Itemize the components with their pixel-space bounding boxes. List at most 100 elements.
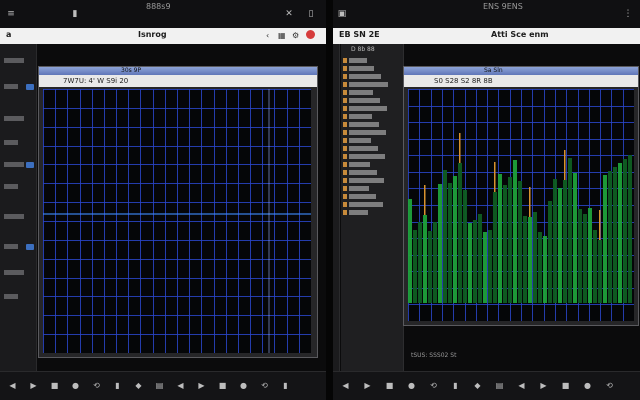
- settings-icon[interactable]: ⚙: [292, 31, 300, 40]
- transport-icon[interactable]: ▤: [495, 381, 504, 390]
- left-spectrum-plot[interactable]: [43, 89, 311, 353]
- window-menu-text: 7W7U: 4' W S9i 20: [63, 77, 129, 85]
- transport-icon[interactable]: ▶: [363, 381, 372, 390]
- library-item[interactable]: [349, 154, 385, 159]
- transport-icon[interactable]: ●: [407, 381, 416, 390]
- transport-icon[interactable]: ●: [71, 381, 80, 390]
- sidebar-row[interactable]: [4, 270, 24, 275]
- transport-icon[interactable]: ⟲: [260, 381, 269, 390]
- panel-icon[interactable]: ▯: [306, 9, 316, 19]
- library-item-icon: [343, 130, 347, 135]
- transport-icon[interactable]: ◆: [473, 381, 482, 390]
- library-item-icon: [343, 178, 347, 183]
- tool-icon[interactable]: ▮: [70, 9, 80, 19]
- transport-icon[interactable]: ■: [385, 381, 394, 390]
- transport-icon[interactable]: ▶: [29, 381, 38, 390]
- library-item[interactable]: [349, 106, 387, 111]
- spectrum-bar: [608, 171, 612, 303]
- spectrum-bar: [448, 183, 452, 303]
- transport-icon[interactable]: ⟲: [605, 381, 614, 390]
- transport-icon[interactable]: ●: [239, 381, 248, 390]
- transport-icon[interactable]: ◀: [341, 381, 350, 390]
- transport-icon[interactable]: ◀: [517, 381, 526, 390]
- library-item[interactable]: [349, 146, 378, 151]
- library-item[interactable]: [349, 162, 370, 167]
- transport-icon[interactable]: ■: [561, 381, 570, 390]
- library-item-icon: [343, 186, 347, 191]
- sidebar-row[interactable]: [4, 184, 18, 189]
- transport-icon[interactable]: ▤: [155, 381, 164, 390]
- transport-icon[interactable]: ▶: [197, 381, 206, 390]
- library-item[interactable]: [349, 194, 376, 199]
- window-menu-text: S0 S28 S2 8R 8B: [434, 77, 493, 85]
- library-item[interactable]: [349, 82, 388, 87]
- transport-icon[interactable]: ■: [50, 381, 59, 390]
- spectrum-bar: [543, 236, 547, 303]
- peak-marker: [494, 162, 496, 192]
- nav-icon[interactable]: ‹: [266, 31, 274, 40]
- spectrum-bar: [548, 201, 552, 303]
- transport-icon[interactable]: ⟲: [92, 381, 101, 390]
- transport-icon[interactable]: ▮: [281, 381, 290, 390]
- library-item[interactable]: [349, 138, 371, 143]
- right-sub-bar: EB SN 2E Atti Sce enm: [333, 28, 640, 44]
- sidebar-row[interactable]: [4, 244, 18, 249]
- window-title-bar[interactable]: Sa Sln: [404, 67, 638, 75]
- transport-icon[interactable]: ◆: [134, 381, 143, 390]
- transport-icon[interactable]: ◀: [8, 381, 17, 390]
- library-item[interactable]: [349, 202, 383, 207]
- library-item[interactable]: [349, 178, 384, 183]
- spectrum-bar: [468, 223, 472, 303]
- library-item-icon: [343, 122, 347, 127]
- transport-icon[interactable]: ◀: [176, 381, 185, 390]
- sidebar-row[interactable]: [4, 214, 24, 219]
- close-icon[interactable]: ✕: [284, 9, 294, 19]
- library-item[interactable]: [349, 114, 372, 119]
- right-spectrum-plot[interactable]: [408, 89, 634, 321]
- spectrum-bar: [598, 240, 602, 303]
- transport-icon[interactable]: ⟲: [429, 381, 438, 390]
- library-item-icon: [343, 74, 347, 79]
- transport-icon[interactable]: ▮: [113, 381, 122, 390]
- sidebar-tool-icon[interactable]: [26, 162, 34, 168]
- library-item[interactable]: [349, 98, 380, 103]
- sidebar-row[interactable]: [4, 294, 18, 299]
- sidebar-row[interactable]: [4, 140, 18, 145]
- right-plugin-window: Sa Sln S0 S28 S2 8R 8B: [403, 66, 639, 326]
- library-item[interactable]: [349, 122, 379, 127]
- transport-icon[interactable]: ▮: [451, 381, 460, 390]
- transport-icon[interactable]: ▶: [539, 381, 548, 390]
- record-button[interactable]: [306, 30, 315, 39]
- library-item[interactable]: [349, 90, 373, 95]
- spectrum-bar: [558, 188, 562, 303]
- transport-icon[interactable]: ●: [583, 381, 592, 390]
- sidebar-tool-icon[interactable]: [26, 244, 34, 250]
- right-top-subtitle: ENS 9ENS: [483, 2, 523, 11]
- menu-icon[interactable]: ≡: [6, 9, 16, 19]
- transport-icon[interactable]: ■: [218, 381, 227, 390]
- spectrum-bar: [483, 232, 487, 303]
- window-title-bar[interactable]: 30s 9P: [39, 67, 317, 75]
- window-menu-icon[interactable]: ⋮: [623, 9, 633, 19]
- library-item[interactable]: [349, 74, 381, 79]
- library-item-icon: [343, 58, 347, 63]
- sidebar-row[interactable]: [4, 58, 24, 63]
- library-item[interactable]: [349, 58, 367, 63]
- sidebar-row[interactable]: [4, 162, 24, 167]
- library-item-icon: [343, 154, 347, 159]
- library-item[interactable]: [349, 130, 386, 135]
- grid-icon[interactable]: ▦: [278, 31, 286, 40]
- right-tool-strip: [333, 44, 340, 372]
- left-top-title: Isnrog: [138, 30, 167, 39]
- library-item-icon: [343, 210, 347, 215]
- library-item[interactable]: [349, 170, 377, 175]
- library-item[interactable]: [349, 210, 368, 215]
- spectrum-bar: [618, 163, 622, 303]
- library-item-icon: [343, 82, 347, 87]
- library-item[interactable]: [349, 66, 374, 71]
- sidebar-tool-icon[interactable]: [26, 84, 34, 90]
- pane-divider[interactable]: [326, 0, 333, 400]
- sidebar-row[interactable]: [4, 84, 18, 89]
- library-item[interactable]: [349, 186, 369, 191]
- sidebar-row[interactable]: [4, 116, 24, 121]
